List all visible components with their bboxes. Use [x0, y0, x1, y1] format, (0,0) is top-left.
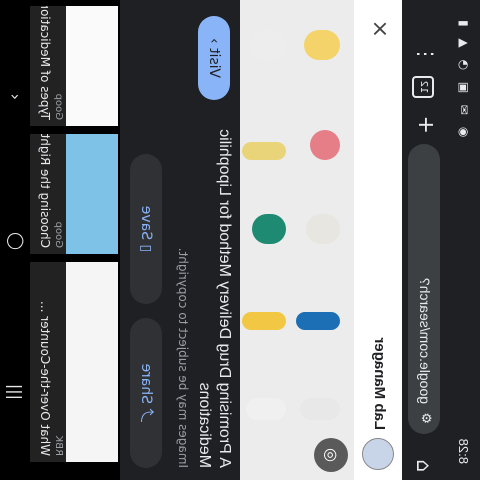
related-title: Types of Medications & ...	[38, 6, 52, 120]
save-label: Save	[138, 205, 154, 241]
related-source: RBK	[53, 435, 64, 456]
pill-2	[246, 398, 286, 420]
result-site-header: Lab Manager ×	[354, 0, 402, 480]
pill-7	[310, 130, 340, 160]
site-logo	[362, 438, 394, 470]
pill-5	[306, 214, 340, 244]
visit-label: Visit	[206, 48, 222, 78]
tab-switcher-button[interactable]: 12	[412, 76, 434, 98]
pill-4	[242, 312, 286, 330]
site-info-icon[interactable]: ⚙	[418, 412, 433, 424]
related-thumbnail	[66, 6, 118, 126]
screen: 8:28 ◉ ✉ ▣ ◔ ▲ ▮ ⌂ ⚙ google.com/search? …	[0, 0, 480, 480]
share-button[interactable]: ⤴ Share	[130, 318, 162, 468]
result-image[interactable]: ◎	[240, 0, 354, 480]
related-title: Choosing the Right Type of ...	[38, 134, 52, 248]
pill-10	[250, 30, 286, 60]
close-icon[interactable]: ×	[367, 20, 392, 38]
pill-3	[296, 312, 340, 330]
more-vert-icon[interactable]: ⋮	[414, 44, 438, 64]
clock: 8:28	[456, 438, 471, 464]
copyright-note: Images may be subject to copyright.	[176, 247, 190, 468]
related-source: Goop	[53, 93, 64, 120]
result-title[interactable]: A Promising Drug Delivery Method for Lip…	[194, 108, 234, 468]
related-source: Goop	[53, 221, 64, 248]
pill-1	[300, 398, 340, 420]
visit-button[interactable]: Visit ›	[198, 16, 230, 100]
status-bar: 8:28 ◉ ✉ ▣ ◔ ▲ ▮	[446, 0, 480, 480]
omnibox[interactable]: ⚙ google.com/search?	[408, 144, 440, 434]
pill-6	[252, 214, 286, 244]
recents-icon[interactable]: |||	[6, 384, 25, 400]
url-text[interactable]: google.com/search?	[417, 278, 433, 404]
related-title: What Over-the-Counter ...	[38, 300, 52, 456]
home-button-icon[interactable]: ◯	[7, 232, 26, 250]
system-nav-bar: ||| ◯ ‹	[0, 0, 28, 480]
site-name: Lab Manager	[371, 337, 388, 430]
pill-8	[242, 142, 286, 160]
pill-9	[304, 30, 340, 60]
lens-icon[interactable]: ◎	[314, 438, 348, 472]
related-card[interactable]: RBK What Over-the-Counter ...	[30, 262, 118, 462]
result-details: A Promising Drug Delivery Method for Lip…	[120, 0, 240, 480]
related-card[interactable]: Goop Choosing the Right Type of ...	[30, 134, 118, 254]
save-button[interactable]: ▯ Save	[130, 154, 162, 304]
bookmark-icon: ▯	[138, 244, 154, 253]
home-icon[interactable]: ⌂	[412, 459, 436, 472]
back-icon[interactable]: ‹	[6, 94, 25, 100]
related-thumbnail	[66, 262, 118, 462]
related-results: RBK What Over-the-Counter ... Goop Choos…	[28, 0, 120, 480]
related-card[interactable]: Goop Types of Medications & ...	[30, 6, 118, 126]
new-tab-button[interactable]: +	[413, 116, 438, 134]
browser-toolbar: ⌂ ⚙ google.com/search? + 12 ⋮	[402, 0, 446, 480]
share-label: Share	[138, 363, 154, 404]
share-icon: ⤴	[138, 408, 154, 423]
related-thumbnail	[66, 134, 118, 254]
status-icons: ◉ ✉ ▣ ◔ ▲ ▮	[457, 16, 471, 138]
